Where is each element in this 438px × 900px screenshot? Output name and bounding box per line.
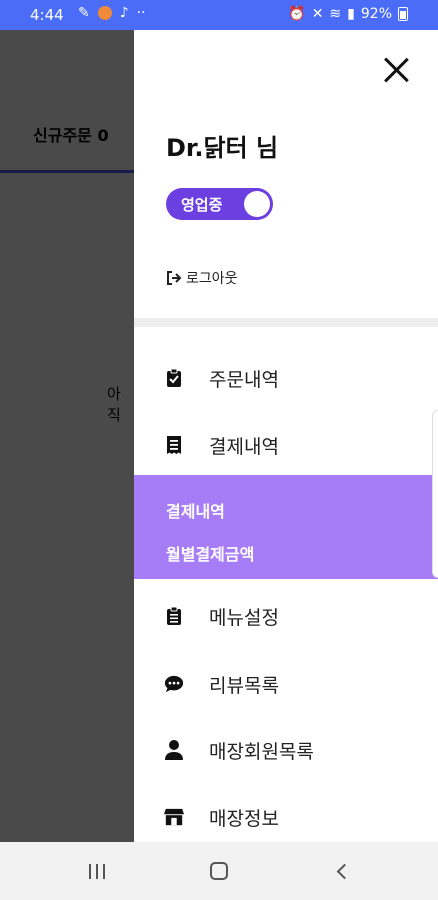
- status-bar: 4:44 ✎ ♪ ·· ⏰ ✕ ≋ ▮ 92%: [0, 0, 438, 30]
- menu-label: 결제내역: [209, 435, 279, 458]
- receipt-icon: [164, 435, 184, 455]
- wifi-icon: ≋: [329, 6, 342, 22]
- app-notification-icon: [97, 6, 112, 20]
- payments-submenu: 결제내역 월별결제금액: [134, 475, 438, 579]
- business-status-toggle[interactable]: 영업중: [166, 188, 273, 220]
- home-icon: [210, 862, 228, 880]
- divider: [134, 318, 438, 327]
- clipboard-list-icon: [164, 606, 184, 626]
- recent-apps-button[interactable]: [82, 859, 112, 883]
- menu-item-orders[interactable]: 주문내역: [134, 348, 438, 408]
- background-message: 아직: [107, 385, 121, 424]
- background-overlay[interactable]: 신규주문 0 아직: [0, 30, 134, 842]
- logout-label: 로그아웃: [186, 271, 238, 287]
- battery-percent: 92%: [360, 6, 392, 22]
- user-name: Dr.닭터 님: [166, 134, 279, 162]
- menu-label: 매장회원목록: [209, 740, 314, 763]
- chat-bubble-icon: [164, 674, 184, 694]
- mute-icon: ✕: [311, 6, 324, 22]
- music-note-icon: ♪: [119, 5, 129, 21]
- menu-item-store-members[interactable]: 매장회원목록: [134, 720, 438, 780]
- menu-label: 주문내역: [209, 368, 279, 391]
- navigation-drawer: Dr.닭터 님 영업중 로그아웃 주문내역 결제내역 결제내역 월별결제금액 메…: [134, 30, 438, 842]
- menu-label: 리뷰목록: [209, 674, 279, 697]
- system-navigation-bar: [0, 842, 438, 900]
- user-icon: [164, 740, 184, 760]
- tab-indicator: [0, 170, 134, 173]
- menu-label: 메뉴설정: [209, 606, 279, 629]
- logout-button[interactable]: 로그아웃: [166, 268, 238, 288]
- alarm-icon: ⏰: [288, 6, 306, 22]
- battery-icon: [398, 7, 408, 21]
- recent-apps-icon: [89, 863, 105, 879]
- notification-icons: ✎ ♪ ··: [78, 5, 146, 21]
- menu-item-menu-settings[interactable]: 메뉴설정: [134, 586, 438, 646]
- more-notifications-icon: ··: [136, 5, 146, 21]
- toggle-label: 영업중: [181, 196, 223, 214]
- tab-new-orders: 신규주문 0: [33, 126, 109, 145]
- menu-item-store-info[interactable]: 매장정보: [134, 787, 438, 842]
- close-icon[interactable]: [382, 56, 410, 84]
- submenu-item-monthly-payments[interactable]: 월별결제금액: [166, 541, 254, 565]
- toggle-knob: [244, 191, 270, 217]
- submenu-item-payment-history[interactable]: 결제내역: [166, 498, 225, 522]
- store-icon: [164, 807, 184, 827]
- menu-label: 매장정보: [209, 807, 279, 830]
- feather-icon: ✎: [78, 5, 90, 21]
- clipboard-check-icon: [164, 368, 184, 388]
- status-time: 4:44: [30, 6, 64, 24]
- system-icons: ⏰ ✕ ≋ ▮ 92%: [288, 6, 408, 22]
- signal-icon: ▮: [347, 6, 355, 22]
- back-button[interactable]: [326, 859, 356, 883]
- sign-out-icon: [167, 271, 182, 285]
- menu-item-payments[interactable]: 결제내역: [134, 415, 438, 475]
- back-icon: [336, 863, 352, 879]
- menu-item-reviews[interactable]: 리뷰목록: [134, 654, 438, 714]
- scroll-indicator: [432, 410, 438, 578]
- home-button[interactable]: [204, 859, 234, 883]
